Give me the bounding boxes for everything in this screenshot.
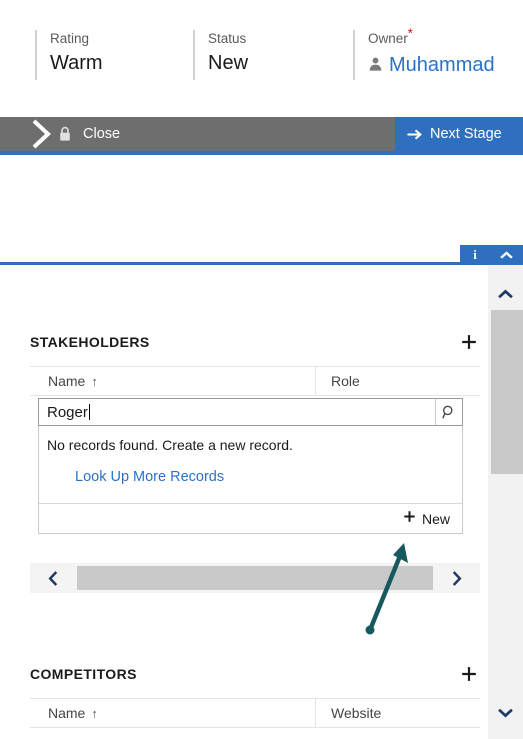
chevron-left-icon[interactable] bbox=[30, 563, 77, 593]
chevron-right-icon[interactable] bbox=[433, 563, 480, 593]
column-header-name[interactable]: Name ↑ bbox=[30, 367, 315, 395]
section-header-competitors: COMPETITORS bbox=[30, 657, 480, 691]
rating-label: Rating bbox=[50, 31, 90, 46]
column-header-name-label: Name bbox=[48, 373, 86, 389]
pager-track[interactable] bbox=[77, 566, 433, 590]
scroll-down-chevron-icon[interactable] bbox=[488, 695, 523, 729]
arrow-right-icon bbox=[407, 128, 422, 141]
record-summary-strip: Rating Warm Status New Owner* Muhammad bbox=[0, 0, 523, 100]
stakeholder-lookup-dropdown: No records found. Create a new record. L… bbox=[38, 426, 463, 534]
stage-label[interactable]: Close bbox=[83, 117, 120, 151]
scrollbar-thumb[interactable] bbox=[491, 310, 523, 474]
chevron-up-icon[interactable] bbox=[490, 245, 523, 265]
plus-icon bbox=[403, 510, 416, 527]
owner-label-text: Owner bbox=[368, 31, 408, 46]
notification-bar: i bbox=[460, 245, 523, 265]
summary-field-rating: Rating Warm bbox=[35, 30, 190, 80]
sort-ascending-icon: ↑ bbox=[91, 705, 98, 721]
grid-header-competitors: Name ↑ Website bbox=[30, 698, 480, 728]
no-records-message: No records found. Create a new record. bbox=[47, 437, 293, 453]
owner-value[interactable]: Muhammad bbox=[389, 52, 495, 78]
required-marker: * bbox=[407, 25, 413, 41]
owner-value-row[interactable]: Muhammad bbox=[368, 50, 523, 78]
lock-icon bbox=[58, 126, 72, 142]
owner-label: Owner* bbox=[368, 27, 523, 48]
stakeholders-horizontal-pager bbox=[30, 563, 480, 593]
text-caret bbox=[88, 404, 90, 420]
stakeholder-search-value: Roger bbox=[47, 403, 88, 421]
stakeholder-search-input[interactable]: Roger bbox=[39, 399, 435, 425]
scroll-up-chevron-icon[interactable] bbox=[488, 277, 523, 311]
search-icon[interactable] bbox=[435, 399, 462, 425]
add-stakeholder-button[interactable] bbox=[458, 331, 480, 353]
new-record-button[interactable]: New bbox=[39, 503, 462, 533]
app-root: Rating Warm Status New Owner* Muhammad C… bbox=[0, 0, 523, 739]
next-stage-label: Next Stage bbox=[430, 126, 502, 142]
stakeholder-lookup: Roger No records found. Create a new rec… bbox=[38, 398, 463, 534]
column-header-website-label: Website bbox=[331, 705, 382, 721]
column-header-role-label: Role bbox=[331, 373, 360, 389]
column-header-role[interactable]: Role bbox=[315, 367, 480, 395]
rating-value[interactable]: Warm bbox=[50, 50, 190, 76]
summary-field-owner: Owner* Muhammad bbox=[353, 27, 523, 80]
info-icon[interactable]: i bbox=[460, 245, 490, 265]
grid-header-stakeholders: Name ↑ Role bbox=[30, 366, 480, 396]
business-process-stage-bar: Close Next Stage bbox=[0, 117, 523, 151]
add-competitor-button[interactable] bbox=[458, 663, 480, 685]
stage-chevron-icon bbox=[30, 117, 56, 151]
sort-ascending-icon: ↑ bbox=[91, 373, 98, 389]
look-up-more-records-link[interactable]: Look Up More Records bbox=[39, 457, 462, 503]
section-title-stakeholders: STAKEHOLDERS bbox=[30, 334, 150, 350]
column-header-competitor-name-label: Name bbox=[48, 705, 86, 721]
column-header-website[interactable]: Website bbox=[315, 699, 480, 727]
form-blank-area bbox=[0, 155, 523, 248]
next-stage-button[interactable]: Next Stage bbox=[395, 117, 523, 151]
section-header-stakeholders: STAKEHOLDERS bbox=[30, 325, 480, 359]
person-icon bbox=[368, 56, 383, 72]
status-label: Status bbox=[208, 31, 247, 46]
section-title-competitors: COMPETITORS bbox=[30, 666, 137, 682]
vertical-scrollbar[interactable] bbox=[488, 265, 523, 739]
summary-field-status: Status New bbox=[193, 30, 348, 80]
column-header-competitor-name[interactable]: Name ↑ bbox=[30, 699, 315, 727]
new-record-label: New bbox=[421, 510, 450, 527]
form-body-panel: STAKEHOLDERS Name ↑ Role Roger No record… bbox=[0, 265, 488, 739]
stakeholder-lookup-row: Roger bbox=[38, 398, 463, 426]
status-value[interactable]: New bbox=[208, 50, 348, 76]
